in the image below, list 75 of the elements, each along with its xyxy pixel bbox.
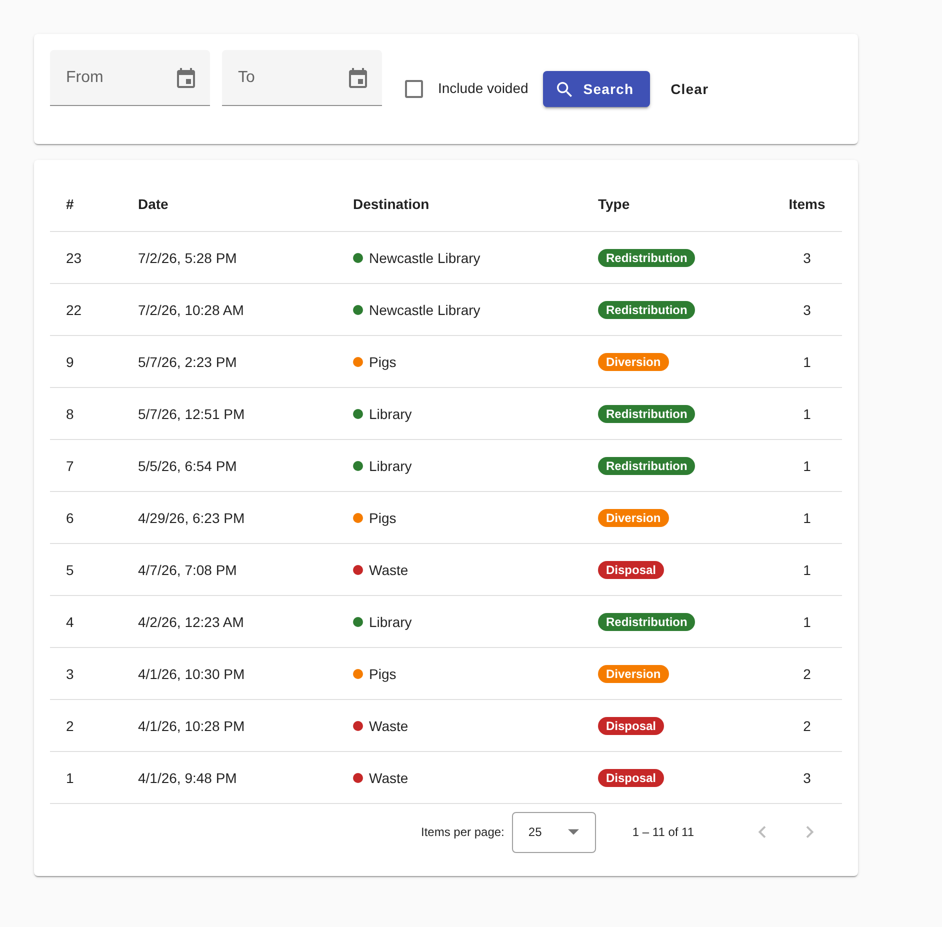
column-header: Items bbox=[788, 196, 826, 212]
type-tag: Redistribution bbox=[598, 612, 696, 630]
table-cell: 5/5/26, 6:54 PM bbox=[138, 458, 237, 474]
date-field[interactable]: To bbox=[222, 50, 382, 106]
type-tag: Redistribution bbox=[598, 248, 696, 266]
table-cell: 2 bbox=[803, 718, 811, 734]
type-tag: Redistribution bbox=[598, 456, 696, 474]
destination-label: Pigs bbox=[369, 666, 396, 682]
search-icon bbox=[557, 82, 572, 96]
destination-label: Pigs bbox=[369, 354, 396, 370]
table-cell: 4/1/26, 9:48 PM bbox=[138, 770, 237, 786]
destination-label: Library bbox=[369, 458, 412, 474]
table-cell: 3 bbox=[66, 666, 74, 682]
chevron-left-icon bbox=[758, 826, 766, 838]
range-label: 1 – 11 of 11 bbox=[632, 825, 694, 839]
clear-button[interactable]: Clear bbox=[654, 71, 725, 107]
calendar-icon[interactable] bbox=[349, 68, 367, 88]
table-cell: 4/29/26, 6:23 PM bbox=[138, 510, 245, 526]
table-cell: 4/7/26, 7:08 PM bbox=[138, 562, 237, 578]
type-tag: Diversion bbox=[598, 352, 669, 370]
table-cell: 7/2/26, 5:28 PM bbox=[138, 250, 237, 266]
table-cell: 4/2/26, 12:23 AM bbox=[138, 614, 244, 630]
checkbox-label[interactable]: Include voided bbox=[438, 80, 528, 96]
date-field[interactable]: From bbox=[50, 50, 210, 106]
destination-label: Pigs bbox=[369, 510, 396, 526]
column-header: Destination bbox=[353, 196, 430, 212]
table-cell: 1 bbox=[803, 458, 811, 474]
destination-label: Newcastle Library bbox=[369, 302, 480, 318]
table-cell: 3 bbox=[803, 250, 811, 266]
destination-label: Waste bbox=[369, 562, 408, 578]
column-header: Date bbox=[138, 196, 168, 212]
column-header: # bbox=[66, 196, 74, 212]
table-cell: 23 bbox=[66, 250, 82, 266]
page-size-select[interactable]: 25 bbox=[512, 812, 596, 852]
destination-label: Library bbox=[369, 614, 412, 630]
type-tag: Disposal bbox=[598, 768, 664, 786]
type-tag: Disposal bbox=[598, 560, 664, 578]
table-cell: 1 bbox=[803, 406, 811, 422]
table-cell: 7 bbox=[66, 458, 74, 474]
type-tag: Redistribution bbox=[598, 404, 696, 422]
table-cell: 9 bbox=[66, 354, 74, 370]
table-cell: 8 bbox=[66, 406, 74, 422]
table-cell: 4 bbox=[66, 614, 74, 630]
table-cell: 6 bbox=[66, 510, 74, 526]
table-cell: 7/2/26, 10:28 AM bbox=[138, 302, 244, 318]
type-tag: Disposal bbox=[598, 716, 664, 734]
table-cell: 1 bbox=[803, 510, 811, 526]
table-cell: 3 bbox=[803, 302, 811, 318]
table-cell: 3 bbox=[803, 770, 811, 786]
table-cell: 1 bbox=[66, 770, 74, 786]
table-cell: 4/1/26, 10:30 PM bbox=[138, 666, 245, 682]
table-cell: 1 bbox=[803, 562, 811, 578]
table-cell: 5/7/26, 12:51 PM bbox=[138, 406, 245, 422]
destination-label: Waste bbox=[369, 718, 408, 734]
table-cell: 1 bbox=[803, 354, 811, 370]
search-button[interactable]: Search bbox=[543, 71, 650, 107]
table-cell: 22 bbox=[66, 302, 82, 318]
column-header: Type bbox=[598, 196, 630, 212]
chevron-right-icon bbox=[806, 826, 814, 838]
type-tag: Diversion bbox=[598, 508, 669, 526]
destination-label: Waste bbox=[369, 770, 408, 786]
type-tag: Redistribution bbox=[598, 300, 696, 318]
table-cell: 5/7/26, 2:23 PM bbox=[138, 354, 237, 370]
checkbox[interactable] bbox=[405, 80, 423, 98]
table-cell: 2 bbox=[803, 666, 811, 682]
table-cell: 5 bbox=[66, 562, 74, 578]
items-per-page-label: Items per page: bbox=[421, 825, 504, 839]
table-cell: 4/1/26, 10:28 PM bbox=[138, 718, 245, 734]
table-cell: 2 bbox=[66, 718, 74, 734]
table-cell: 1 bbox=[803, 614, 811, 630]
type-tag: Diversion bbox=[598, 664, 669, 682]
destination-label: Newcastle Library bbox=[369, 250, 480, 266]
destination-label: Library bbox=[369, 406, 412, 422]
caret-icon bbox=[568, 829, 580, 835]
calendar-icon[interactable] bbox=[177, 68, 195, 88]
